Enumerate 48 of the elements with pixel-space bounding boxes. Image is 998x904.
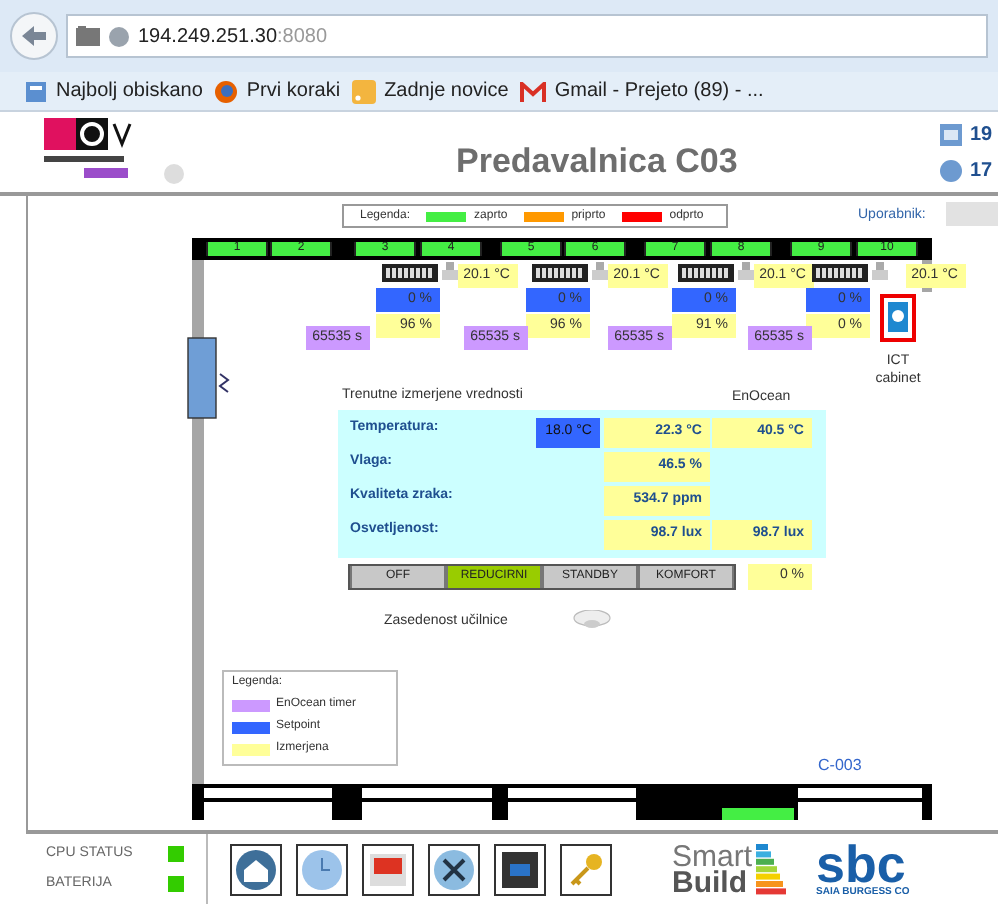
- calendar-icon: [940, 124, 962, 146]
- globe-icon: [214, 79, 239, 103]
- cabinet-icon: [880, 294, 916, 342]
- radiator-icon: [382, 264, 438, 282]
- bookmark-link[interactable]: Gmail - Prejeto (89) - ...: [520, 76, 764, 106]
- logo-text: sbc: [816, 840, 906, 888]
- logo-text: Smart: [672, 843, 753, 869]
- room-code: C-003: [818, 754, 862, 778]
- tabs-icon: [76, 26, 100, 46]
- radiator-icon: [678, 264, 734, 282]
- home-icon: [236, 849, 276, 889]
- user-field[interactable]: [946, 202, 998, 226]
- door-drawing: [186, 334, 234, 424]
- controller-icon: [500, 849, 540, 889]
- key-icon: [566, 849, 606, 889]
- logo-text: Build: [672, 869, 747, 895]
- page-icon: [24, 79, 48, 103]
- mail-icon: [520, 81, 547, 101]
- valve-icon: [592, 262, 608, 282]
- back-arrow-icon: [22, 26, 46, 46]
- nav-button[interactable]: [296, 843, 348, 895]
- address-bar[interactable]: 194.249.251.30:8080: [66, 14, 988, 58]
- nav-button[interactable]: [428, 843, 480, 895]
- nav-button[interactable]: [230, 843, 282, 895]
- bookmark-link[interactable]: Prvi koraki: [214, 76, 341, 106]
- nav-button[interactable]: [494, 843, 546, 895]
- motion-sensor-icon: [572, 610, 612, 630]
- clock-icon: [302, 849, 342, 889]
- url-text: 194.249.251.30:8080: [138, 23, 328, 51]
- clock-icon: [940, 160, 962, 182]
- valve-icon: [872, 262, 888, 282]
- bookmark-link[interactable]: Najbolj obiskano: [24, 76, 203, 106]
- energy-bars-icon: [756, 843, 789, 895]
- tools-icon: [434, 849, 474, 889]
- valve-icon: [442, 262, 458, 282]
- nav-button[interactable]: [362, 843, 414, 895]
- radiator-icon: [532, 264, 588, 282]
- info-text: 17: [970, 158, 993, 186]
- nav-button[interactable]: [560, 843, 612, 895]
- valve-icon: [738, 262, 754, 282]
- back-button[interactable]: [10, 12, 58, 60]
- radiator-icon: [812, 264, 868, 282]
- bookmark-link[interactable]: Zadnje novice: [352, 76, 509, 106]
- page-title: Predavalnica C03: [456, 140, 738, 184]
- feed-icon: [352, 79, 377, 103]
- calendar-icon: [368, 849, 408, 889]
- globe-icon: [108, 25, 130, 47]
- info-text: 19: [970, 122, 993, 150]
